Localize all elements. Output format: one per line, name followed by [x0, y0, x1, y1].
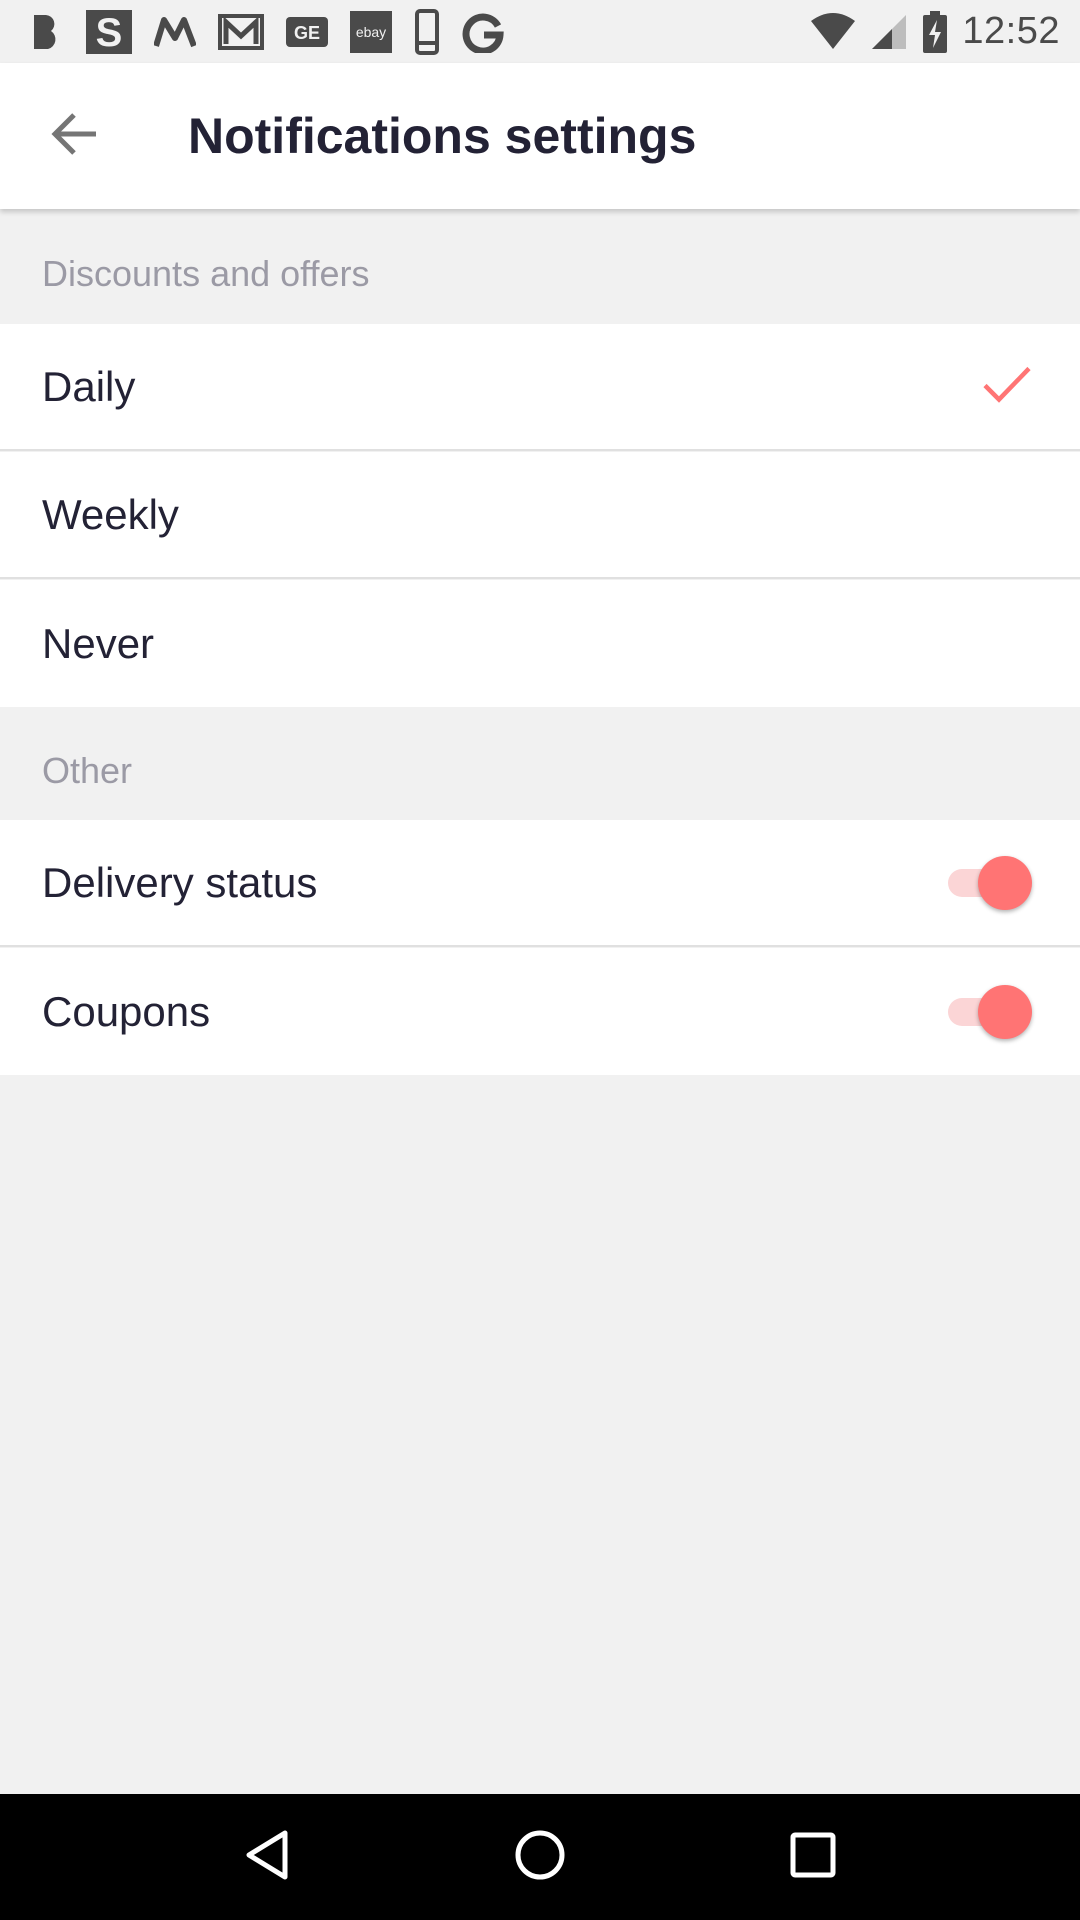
- svg-text:GE: GE: [294, 23, 320, 43]
- toggle-label: Delivery status: [42, 858, 318, 906]
- nav-recents-button[interactable]: [763, 1807, 863, 1907]
- option-never[interactable]: Never: [0, 580, 1080, 707]
- toggle-thumb: [978, 855, 1032, 910]
- arrow-back-icon: [50, 112, 98, 161]
- section-header-other: Other: [0, 707, 1080, 820]
- nav-recents-icon: [790, 1832, 836, 1883]
- status-time: 12:52: [962, 10, 1060, 52]
- option-weekly[interactable]: Weekly: [0, 452, 1080, 579]
- section-header-discounts: Discounts and offers: [0, 209, 1080, 324]
- nav-home-icon: [514, 1829, 566, 1886]
- phone-icon: [414, 8, 440, 55]
- nav-home-button[interactable]: [490, 1807, 590, 1907]
- nav-back-icon: [243, 1829, 291, 1886]
- ebay-icon: ebay: [350, 10, 392, 53]
- screen: S GE ebay 12:52 Notifications settings D…: [0, 0, 1080, 1920]
- option-daily[interactable]: Daily: [0, 324, 1080, 451]
- svg-text:S: S: [96, 11, 123, 54]
- m-app-icon: [154, 16, 196, 48]
- toggle-row-coupons: Coupons: [0, 948, 1080, 1075]
- coupons-toggle[interactable]: [948, 984, 1032, 1039]
- system-status: 12:52: [810, 10, 1060, 53]
- status-bar: S GE ebay 12:52: [0, 0, 1080, 63]
- s-app-icon: S: [86, 9, 132, 54]
- b-app-icon: [30, 13, 64, 51]
- google-icon: [462, 11, 504, 53]
- back-button[interactable]: [34, 96, 114, 176]
- notification-icons: S GE ebay: [30, 8, 504, 55]
- gmail-icon: [218, 12, 264, 52]
- nav-back-button[interactable]: [217, 1807, 317, 1907]
- ge-app-icon: GE: [286, 16, 328, 47]
- navigation-bar: [0, 1794, 1080, 1920]
- page-title: Notifications settings: [188, 108, 697, 164]
- delivery-status-toggle[interactable]: [948, 855, 1032, 910]
- wifi-icon: [810, 12, 856, 51]
- battery-charging-icon: [922, 10, 948, 53]
- option-label: Never: [42, 619, 155, 667]
- option-label: Daily: [42, 362, 136, 410]
- cell-signal-icon: [870, 13, 908, 51]
- option-label: Weekly: [42, 490, 179, 538]
- app-bar: Notifications settings: [0, 63, 1080, 209]
- ebay-icon-label: ebay: [356, 24, 386, 40]
- toggle-label: Coupons: [42, 987, 211, 1035]
- toggle-row-delivery-status: Delivery status: [0, 820, 1080, 947]
- checkmark-icon: [982, 365, 1032, 408]
- toggle-thumb: [978, 984, 1032, 1039]
